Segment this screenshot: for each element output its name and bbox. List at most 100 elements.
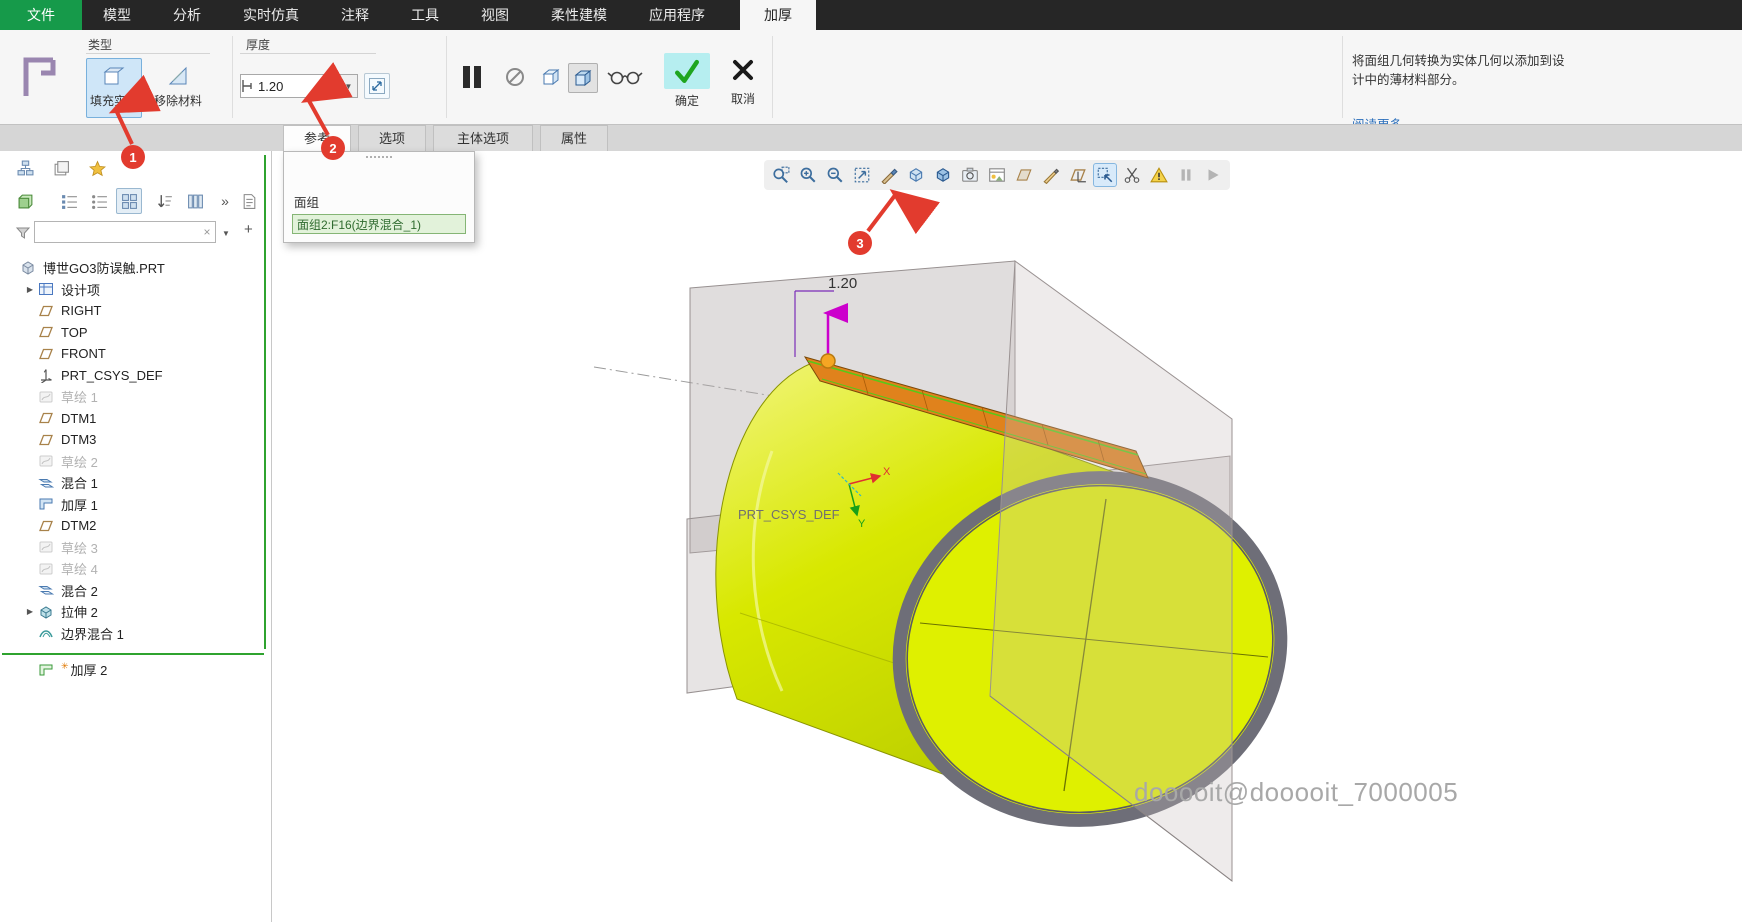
menu-tab-6[interactable]: 工具 — [390, 0, 460, 30]
sort-icon[interactable] — [152, 188, 178, 214]
menu-tab-5[interactable]: 注释 — [320, 0, 390, 30]
plane-icon — [38, 324, 56, 340]
refit-icon[interactable] — [850, 163, 874, 187]
display-style-icon[interactable] — [904, 163, 928, 187]
tree-item[interactable]: 加厚 1 — [0, 494, 266, 516]
info-doc-icon[interactable] — [236, 188, 262, 214]
search-clear-icon[interactable]: × — [199, 225, 215, 239]
csys-label[interactable]: PRT_CSYS_DEF — [738, 507, 840, 522]
fill-solid-button[interactable]: 填充实体 — [86, 58, 142, 118]
glasses-preview-button[interactable] — [606, 66, 644, 88]
clip-icon[interactable] — [1120, 163, 1144, 187]
dimension-value[interactable]: 1.20 — [828, 275, 857, 292]
menu-tab-active-thicken[interactable]: 加厚 — [740, 0, 816, 30]
tree-item[interactable]: RIGHT — [0, 300, 266, 322]
cancel-button[interactable]: 取消 — [718, 48, 768, 116]
search-dropdown-icon[interactable]: ▼ — [222, 229, 230, 238]
tree-item[interactable]: 草绘 2 — [0, 451, 266, 473]
tree-item[interactable]: TOP — [0, 322, 266, 344]
tree-item[interactable]: DTM1 — [0, 408, 266, 430]
menu-tab-4[interactable]: 实时仿真 — [222, 0, 320, 30]
shade-with-edges-icon[interactable] — [931, 163, 955, 187]
tree-item[interactable]: DTM3 — [0, 429, 266, 451]
tree-item[interactable]: 草绘 1 — [0, 386, 266, 408]
tree-item[interactable]: FRONT — [0, 343, 266, 365]
dashboard-tab-1[interactable]: 参考 — [283, 125, 351, 152]
drag-handle[interactable] — [821, 354, 835, 368]
tree-item[interactable]: 边界混合 1 — [0, 623, 266, 645]
sketch-icon — [38, 389, 56, 405]
pause-icon[interactable] — [1174, 163, 1198, 187]
type-group-label: 类型 — [88, 36, 112, 53]
tree-item[interactable]: 博世GO3防误触.PRT — [0, 257, 266, 279]
tree-item[interactable]: 草绘 3 — [0, 537, 266, 559]
tree-item[interactable]: ▶设计项 — [0, 279, 266, 301]
tree-detail-icon[interactable] — [86, 188, 112, 214]
tree-item[interactable]: ✳加厚 2 — [0, 659, 266, 681]
graphics-viewport[interactable]: 1.20 X Y PRT_CSYS_DEF dooooit@dooooit_70… — [272, 151, 1742, 922]
menu-tab-3[interactable]: 分析 — [152, 0, 222, 30]
thickness-dropdown[interactable]: ▼ — [339, 75, 357, 97]
selected-items-icon[interactable] — [1093, 163, 1117, 187]
dashboard-tab-3[interactable]: 主体选项 — [433, 125, 533, 151]
tree-item[interactable]: 混合 2 — [0, 580, 266, 602]
zoom-in-icon[interactable] — [796, 163, 820, 187]
resume-icon[interactable] — [1201, 163, 1225, 187]
repaint-icon[interactable] — [877, 163, 901, 187]
thickness-input[interactable]: 1.20 ▼ — [240, 74, 358, 98]
3d-model-view[interactable]: 1.20 X Y PRT_CSYS_DEF — [272, 151, 1742, 922]
quilt-collector-field[interactable]: 面组2:F16(边界混合_1) — [292, 214, 466, 234]
model-tree-icon[interactable] — [12, 155, 38, 181]
perspective-icon[interactable] — [1012, 163, 1036, 187]
display-cube-icon[interactable] — [12, 188, 38, 214]
tree-item-label: TOP — [61, 325, 88, 340]
panel-grip[interactable] — [366, 156, 392, 161]
tree-list-icon[interactable] — [56, 188, 82, 214]
datum-display-icon[interactable] — [1066, 163, 1090, 187]
zoom-region-icon[interactable] — [769, 163, 793, 187]
dashboard-tab-2[interactable]: 选项 — [358, 125, 426, 151]
tree-item[interactable]: 草绘 4 — [0, 558, 266, 580]
annotation-display-icon[interactable] — [1039, 163, 1063, 187]
tree-item[interactable]: ▶ 拉伸 2 — [0, 601, 266, 623]
menu-tab-9[interactable]: 应用程序 — [628, 0, 726, 30]
remove-material-button[interactable]: 移除材料 — [146, 58, 210, 118]
search-add-icon[interactable]: + — [244, 221, 253, 238]
expander-icon[interactable]: ▶ — [22, 607, 38, 616]
folder-browser-icon[interactable] — [48, 155, 74, 181]
capture-icon[interactable] — [958, 163, 982, 187]
menu-tab-7[interactable]: 视图 — [460, 0, 530, 30]
tree-search-input[interactable] — [35, 225, 199, 239]
favorites-icon[interactable] — [84, 155, 110, 181]
tree-columns-icon[interactable] — [116, 188, 142, 214]
warning-icon[interactable] — [1147, 163, 1171, 187]
columns-icon[interactable] — [182, 188, 208, 214]
insert-here-separator[interactable] — [2, 645, 264, 655]
menu-tab-8[interactable]: 柔性建模 — [530, 0, 628, 30]
tree-item[interactable]: 混合 1 — [0, 472, 266, 494]
cancel-x-icon — [727, 53, 759, 87]
blend-icon — [38, 475, 56, 491]
view-manager-icon[interactable] — [985, 163, 1009, 187]
tree-item[interactable]: PRT_CSYS_DEF — [0, 365, 266, 387]
expander-icon[interactable]: ▶ — [22, 285, 38, 294]
menu-tab-2[interactable]: 模型 — [82, 0, 152, 30]
tree-search-box: × — [34, 221, 216, 243]
ok-button[interactable]: 确定 — [658, 48, 716, 116]
tree-item-label: 拉伸 2 — [61, 602, 98, 621]
tree-item[interactable]: DTM2 — [0, 515, 266, 537]
tree-item-label: 加厚 2 — [71, 660, 108, 679]
unattached-preview-button[interactable] — [538, 64, 564, 90]
model-tree-panel: » × ▼ + 博世GO3防误触.PRT▶设计项RIGHT TOP FRONT PRT… — [0, 151, 272, 922]
tree-item-label: FRONT — [61, 346, 106, 361]
no-preview-icon — [504, 66, 526, 88]
no-preview-button[interactable] — [502, 64, 528, 90]
dashboard-tab-4[interactable]: 属性 — [540, 125, 608, 151]
flip-thickness-button[interactable] — [364, 73, 390, 99]
overflow-chevron-icon[interactable]: » — [212, 188, 238, 214]
menu-tab-1[interactable]: 文件 — [0, 0, 82, 30]
attached-preview-button[interactable] — [568, 63, 598, 93]
pause-button[interactable] — [456, 60, 488, 94]
zoom-out-icon[interactable] — [823, 163, 847, 187]
filter-funnel-icon[interactable] — [10, 220, 36, 246]
